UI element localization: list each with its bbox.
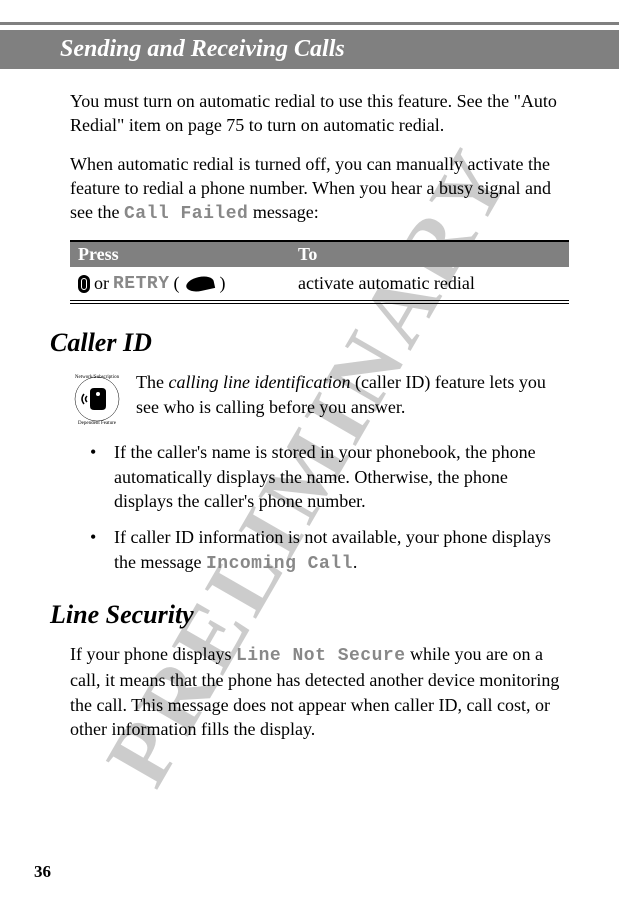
text-paren-close: ) [220, 273, 226, 294]
column-header-press: Press [70, 242, 290, 267]
list-item: • If the caller's name is stored in your… [70, 440, 569, 513]
svg-text:Network/Subscription: Network/Subscription [75, 375, 120, 380]
press-cell: or RETRY ( ) [70, 271, 290, 296]
text: . [353, 552, 358, 572]
text-or: or [94, 273, 109, 294]
nav-key-icon [78, 275, 90, 293]
incoming-call-label: Incoming Call [206, 554, 353, 574]
svg-text:Dependent Feature: Dependent Feature [78, 421, 117, 426]
list-item: • If caller ID information is not availa… [70, 525, 569, 576]
to-cell: activate automatic redial [290, 271, 569, 296]
caller-id-intro: The calling line identification (caller … [136, 370, 569, 426]
bullet-icon: • [90, 525, 114, 576]
paragraph-auto-redial-info: You must turn on automatic redial to use… [70, 89, 569, 138]
retry-label: RETRY [113, 274, 170, 294]
network-dependent-feature-icon: Network/Subscription Dependent Feature [70, 372, 124, 426]
text: The [136, 372, 168, 392]
page-content: You must turn on automatic redial to use… [0, 69, 619, 741]
heading-line-security: Line Security [50, 600, 569, 630]
text: message: [248, 202, 318, 222]
column-header-to: To [290, 242, 569, 267]
bullet-icon: • [90, 440, 114, 513]
softkey-icon [184, 274, 214, 294]
table-row: or RETRY ( ) activate automatic redial [70, 267, 569, 304]
page-number: 36 [34, 862, 51, 882]
bullet-phonebook: If the caller's name is stored in your p… [114, 440, 569, 513]
call-failed-label: Call Failed [124, 204, 248, 224]
line-not-secure-label: Line Not Secure [236, 646, 406, 666]
feature-description-row: Network/Subscription Dependent Feature T… [70, 370, 569, 426]
paragraph-manual-redial: When automatic redial is turned off, you… [70, 152, 569, 227]
text: If your phone displays [70, 644, 236, 664]
table-header: Press To [70, 240, 569, 267]
calling-line-id-term: calling line identification [168, 372, 350, 392]
text-paren-open: ( [174, 273, 180, 294]
heading-caller-id: Caller ID [50, 328, 569, 358]
paragraph-line-security: If your phone displays Line Not Secure w… [70, 642, 569, 741]
section-header: Sending and Receiving Calls [0, 22, 619, 69]
bullet-incoming-call: If caller ID information is not availabl… [114, 525, 569, 576]
